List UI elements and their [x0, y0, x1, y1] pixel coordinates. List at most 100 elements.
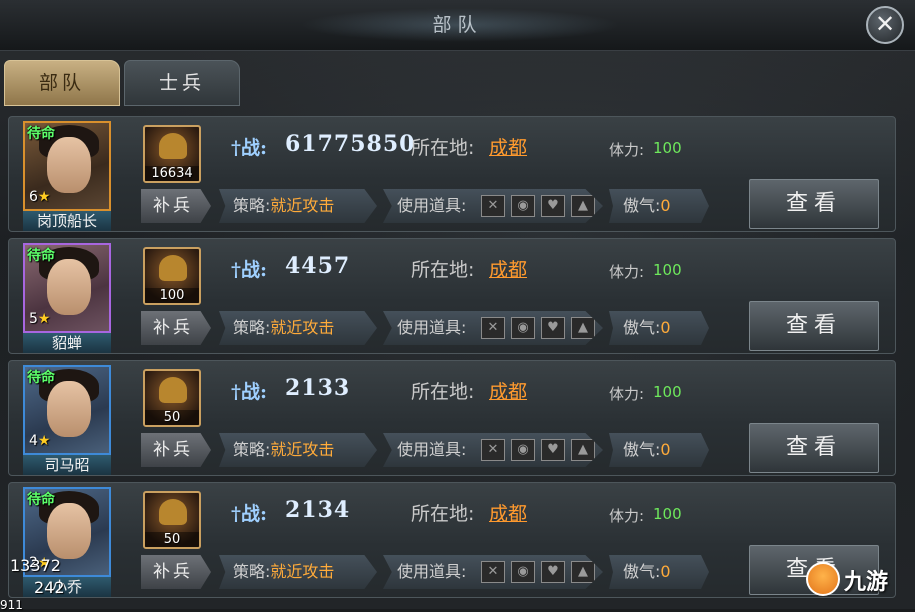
- status-badge: 待命: [27, 492, 55, 508]
- hero-portrait[interactable]: 待命 5★: [23, 243, 111, 333]
- heart-item-icon[interactable]: ♥: [541, 439, 565, 461]
- shield-item-icon[interactable]: ◉: [511, 561, 535, 583]
- hero-stars: 4★: [29, 433, 50, 449]
- tactic-value: 就近攻击: [270, 318, 335, 337]
- tactic-selector[interactable]: 策略:就近攻击: [219, 189, 377, 223]
- items-label: 使用道具:: [397, 440, 467, 459]
- sword-item-icon[interactable]: ✕: [481, 195, 505, 217]
- supply-button[interactable]: 补兵: [141, 311, 211, 345]
- view-button[interactable]: 查看: [749, 179, 879, 229]
- overlay-number: 13372: [10, 556, 61, 575]
- flag-item-icon[interactable]: ▲: [571, 317, 595, 339]
- star-count: 4: [29, 433, 38, 449]
- sword-icon: †: [231, 137, 241, 159]
- sword-icon: †: [231, 503, 241, 525]
- game-window: 部队 ✕ 部队 士兵 待命 6★ 岗顶船长 16634 †战: 61775850…: [0, 0, 915, 612]
- hero-face: [47, 503, 91, 559]
- star-icon: ★: [37, 433, 51, 449]
- status-badge: 待命: [27, 248, 55, 264]
- view-button[interactable]: 查看: [749, 423, 879, 473]
- hero-portrait[interactable]: 待命 4★: [23, 365, 111, 455]
- tactic-label: 策略:: [233, 562, 271, 581]
- power-value: 2133: [285, 375, 351, 401]
- troop-row: 待命 4★ 司马昭 50 †战: 2133 所在地: 成都 体力: 100 补兵…: [8, 360, 896, 476]
- overlay-number: 242: [34, 578, 65, 597]
- items-bar: 使用道具: ✕ ◉ ♥ ▲: [383, 189, 603, 223]
- soldier-count: 50: [145, 410, 199, 425]
- hero-face: [47, 259, 91, 315]
- tactic-selector[interactable]: 策略:就近攻击: [219, 433, 377, 467]
- supply-button[interactable]: 补兵: [141, 555, 211, 589]
- location-link[interactable]: 成都: [489, 377, 527, 404]
- tab-troops[interactable]: 部队: [4, 60, 120, 106]
- tactic-label: 策略:: [233, 318, 271, 337]
- items-label: 使用道具:: [397, 562, 467, 581]
- star-icon: ★: [37, 189, 51, 205]
- soldier-count: 100: [145, 288, 199, 303]
- helmet-icon: [159, 255, 187, 281]
- hero-name: 岗顶船长: [23, 211, 111, 231]
- power-value: 2134: [285, 497, 351, 523]
- shield-item-icon[interactable]: ◉: [511, 317, 535, 339]
- star-count: 6: [29, 189, 38, 205]
- shield-item-icon[interactable]: ◉: [511, 439, 535, 461]
- morale-label: 傲气:: [623, 318, 661, 337]
- location-link[interactable]: 成都: [489, 499, 527, 526]
- sword-item-icon[interactable]: ✕: [481, 439, 505, 461]
- helmet-icon: [159, 499, 187, 525]
- soldier-icon: 50: [143, 369, 201, 427]
- tab-soldiers[interactable]: 士兵: [124, 60, 240, 106]
- status-badge: 待命: [27, 370, 55, 386]
- flag-item-icon[interactable]: ▲: [571, 561, 595, 583]
- location-label: 所在地:: [411, 381, 475, 403]
- morale-label: 傲气:: [623, 562, 661, 581]
- items-bar: 使用道具: ✕ ◉ ♥ ▲: [383, 311, 603, 345]
- hero-portrait[interactable]: 待命 6★: [23, 121, 111, 211]
- hero-name: 司马昭: [23, 455, 111, 475]
- supply-button[interactable]: 补兵: [141, 433, 211, 467]
- tactic-selector[interactable]: 策略:就近攻击: [219, 311, 377, 345]
- flag-item-icon[interactable]: ▲: [571, 439, 595, 461]
- heart-item-icon[interactable]: ♥: [541, 561, 565, 583]
- morale-value: 0: [660, 440, 671, 459]
- star-count: 5: [29, 311, 38, 327]
- watermark-logo: 九游: [806, 558, 906, 602]
- hero-face: [47, 381, 91, 437]
- soldier-count: 16634: [145, 166, 199, 181]
- star-icon: ★: [37, 311, 51, 327]
- power-label: †战:: [231, 255, 267, 282]
- view-button[interactable]: 查看: [749, 301, 879, 351]
- sword-item-icon[interactable]: ✕: [481, 561, 505, 583]
- helmet-icon: [159, 377, 187, 403]
- power-label: †战:: [231, 133, 267, 160]
- hero-face: [47, 137, 91, 193]
- location-label: 所在地:: [411, 259, 475, 281]
- morale-tag: 傲气:0: [609, 433, 709, 467]
- stamina-label: 体力:: [609, 141, 645, 159]
- shield-item-icon[interactable]: ◉: [511, 195, 535, 217]
- tactic-label: 策略:: [233, 196, 271, 215]
- close-icon[interactable]: ✕: [866, 6, 904, 44]
- items-label: 使用道具:: [397, 318, 467, 337]
- status-badge: 待命: [27, 126, 55, 142]
- morale-label: 傲气:: [623, 440, 661, 459]
- morale-value: 0: [660, 318, 671, 337]
- supply-button[interactable]: 补兵: [141, 189, 211, 223]
- tactic-selector[interactable]: 策略:就近攻击: [219, 555, 377, 589]
- morale-value: 0: [660, 196, 671, 215]
- flag-item-icon[interactable]: ▲: [571, 195, 595, 217]
- sword-item-icon[interactable]: ✕: [481, 317, 505, 339]
- items-bar: 使用道具: ✕ ◉ ♥ ▲: [383, 555, 603, 589]
- troop-row: 待命 6★ 岗顶船长 16634 †战: 61775850 所在地: 成都 体力…: [8, 116, 896, 232]
- stamina-value: 100: [653, 505, 682, 523]
- power-label-text: 战:: [240, 137, 267, 159]
- location-link[interactable]: 成都: [489, 133, 527, 160]
- power-value: 61775850: [285, 131, 416, 157]
- power-label: †战:: [231, 499, 267, 526]
- power-value: 4457: [285, 253, 351, 279]
- morale-tag: 傲气:0: [609, 555, 709, 589]
- power-label: †战:: [231, 377, 267, 404]
- heart-item-icon[interactable]: ♥: [541, 317, 565, 339]
- heart-item-icon[interactable]: ♥: [541, 195, 565, 217]
- location-link[interactable]: 成都: [489, 255, 527, 282]
